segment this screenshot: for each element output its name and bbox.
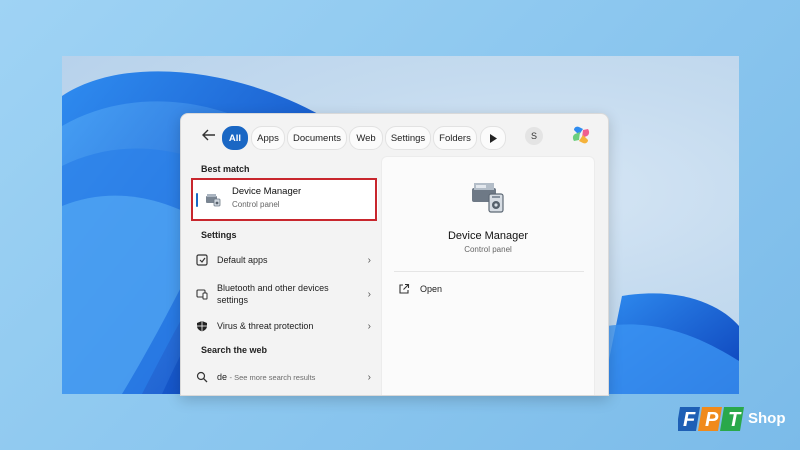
result-preview-pane: Device Manager Control panel Open [381, 156, 595, 395]
web-search-query: de [217, 371, 228, 382]
device-manager-icon [205, 193, 221, 207]
default-apps-icon [195, 253, 209, 267]
bluetooth-devices-icon [195, 287, 209, 301]
web-search-hint: - See more search results [229, 372, 316, 382]
search-results-list: Best match Device Manager Control panel … [181, 158, 381, 395]
settings-item-virus-protection[interactable]: Virus & threat protection › [195, 317, 371, 335]
preview-title: Device Manager [447, 230, 529, 242]
best-match-title: Device Manager [232, 186, 302, 197]
more-filters-button[interactable] [480, 126, 506, 150]
best-match-subtitle: Control panel [232, 200, 280, 209]
open-external-icon [398, 283, 410, 295]
svg-text:P: P [705, 409, 719, 431]
chevron-right-icon: › [367, 320, 371, 332]
best-match-result[interactable]: Device Manager Control panel [192, 179, 378, 220]
settings-item-default-apps[interactable]: Default apps › [195, 251, 371, 269]
best-match-heading: Best match [201, 164, 250, 174]
settings-heading: Settings [201, 230, 237, 240]
preview-divider [394, 271, 584, 272]
back-arrow-icon[interactable] [201, 127, 217, 143]
svg-text:T: T [728, 409, 742, 431]
device-manager-large-icon [470, 181, 506, 215]
search-filter-bar: All Apps Documents Web Settings Folders … [181, 114, 608, 158]
chevron-right-icon: › [367, 288, 371, 300]
shield-icon [195, 319, 209, 333]
svg-text:Shop: Shop [748, 410, 786, 427]
chevron-right-icon: › [367, 371, 371, 383]
search-web-heading: Search the web [201, 345, 268, 355]
settings-item-bluetooth[interactable]: Bluetooth and other devices settings › [195, 280, 371, 308]
filter-chip-documents[interactable]: Documents [287, 126, 347, 150]
preview-subtitle: Control panel [464, 245, 512, 254]
filter-chip-all[interactable]: All [222, 126, 248, 150]
search-icon [195, 370, 209, 384]
svg-text:F: F [683, 409, 696, 431]
filter-chip-settings[interactable]: Settings [385, 126, 431, 150]
settings-item-label: Default apps [217, 255, 268, 265]
chevron-right-icon: › [367, 254, 371, 266]
fpt-shop-logo: F P T Shop [676, 403, 788, 435]
filter-chip-web[interactable]: Web [349, 126, 383, 150]
play-icon [490, 133, 497, 143]
copilot-icon[interactable] [570, 124, 592, 146]
windows-search-panel: All Apps Documents Web Settings Folders … [180, 113, 609, 396]
open-button[interactable]: Open [398, 283, 442, 295]
filter-chip-apps[interactable]: Apps [251, 126, 285, 150]
selection-indicator [196, 193, 198, 207]
filter-chip-folders[interactable]: Folders [433, 126, 477, 150]
open-label: Open [420, 284, 443, 294]
settings-item-label: Bluetooth and other devices settings [217, 283, 329, 305]
settings-item-label: Virus & threat protection [217, 321, 314, 331]
account-avatar[interactable]: S [525, 127, 543, 145]
web-search-result[interactable]: de - See more search results › [195, 368, 371, 386]
